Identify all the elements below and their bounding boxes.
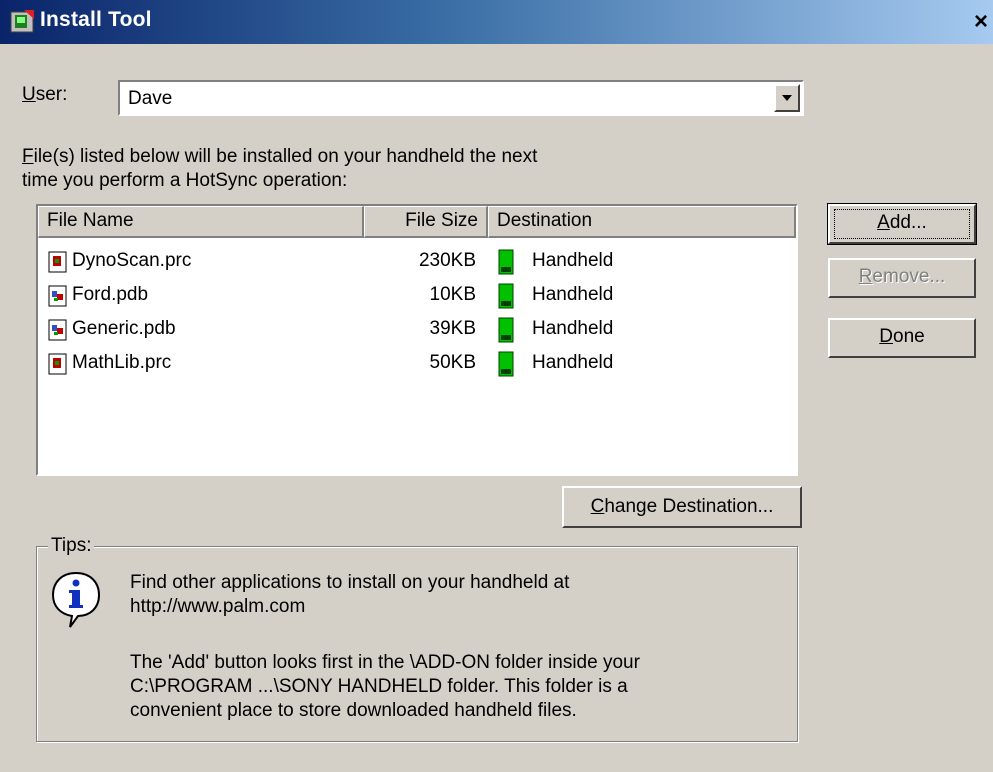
file-row[interactable]: Ford.pdb 10KB Handheld (38, 280, 796, 314)
user-select[interactable]: Dave (118, 80, 804, 116)
chevron-down-icon (782, 95, 792, 101)
handheld-icon (498, 249, 514, 275)
pdb-file-icon (48, 319, 67, 341)
handheld-icon (498, 283, 514, 309)
description-line-2: time you perform a HotSync operation: (22, 170, 348, 191)
description-line-1: File(s) listed below will be installed o… (22, 146, 538, 167)
tips-legend: Tips: (48, 535, 95, 557)
file-size: 230KB (418, 250, 476, 271)
file-name: DynoScan.prc (72, 250, 192, 271)
done-button[interactable]: Done (828, 318, 976, 358)
file-size: 50KB (429, 352, 476, 373)
user-select-value: Dave (128, 88, 173, 109)
file-destination: Handheld (532, 250, 614, 271)
column-header-file-name[interactable]: File Name (38, 206, 364, 238)
file-name: MathLib.prc (72, 352, 172, 373)
user-label: User: (22, 84, 68, 105)
user-dropdown-button[interactable] (774, 84, 800, 112)
change-destination-button[interactable]: Change Destination... (562, 486, 802, 528)
column-header-destination[interactable]: Destination (488, 206, 796, 238)
prc-file-icon (48, 353, 67, 375)
tips-line-4: C:\PROGRAM ...\SONY HANDHELD folder. Thi… (130, 676, 628, 697)
title-bar[interactable]: Install Tool (0, 0, 993, 44)
file-destination: Handheld (532, 318, 614, 339)
tips-url: http://www.palm.com (130, 596, 306, 617)
file-name: Generic.pdb (72, 318, 176, 339)
file-list[interactable]: File Name File Size Destination DynoScan… (36, 204, 798, 476)
file-size: 10KB (429, 284, 476, 305)
info-icon (51, 571, 101, 628)
file-row[interactable]: Generic.pdb 39KB Handheld (38, 314, 796, 348)
file-destination: Handheld (532, 352, 614, 373)
pdb-file-icon (48, 285, 67, 307)
file-name: Ford.pdb (72, 284, 149, 305)
remove-button[interactable]: Remove... (828, 258, 976, 298)
tips-line-1: Find other applications to install on yo… (130, 572, 570, 593)
handheld-icon (498, 317, 514, 343)
tips-line-5: convenient place to store downloaded han… (130, 700, 577, 721)
close-button[interactable]: × (969, 8, 993, 36)
file-size: 39KB (429, 318, 476, 339)
window-title: Install Tool (40, 8, 152, 31)
install-tool-app-icon (10, 10, 34, 33)
add-button[interactable]: Add... (827, 203, 977, 245)
tips-line-3: The 'Add' button looks first in the \ADD… (130, 652, 640, 673)
handheld-icon (498, 351, 514, 377)
file-destination: Handheld (532, 284, 614, 305)
file-row[interactable]: MathLib.prc 50KB Handheld (38, 348, 796, 382)
prc-file-icon (48, 251, 67, 273)
file-row[interactable]: DynoScan.prc 230KB Handheld (38, 246, 796, 280)
column-header-file-size[interactable]: File Size (364, 206, 488, 238)
